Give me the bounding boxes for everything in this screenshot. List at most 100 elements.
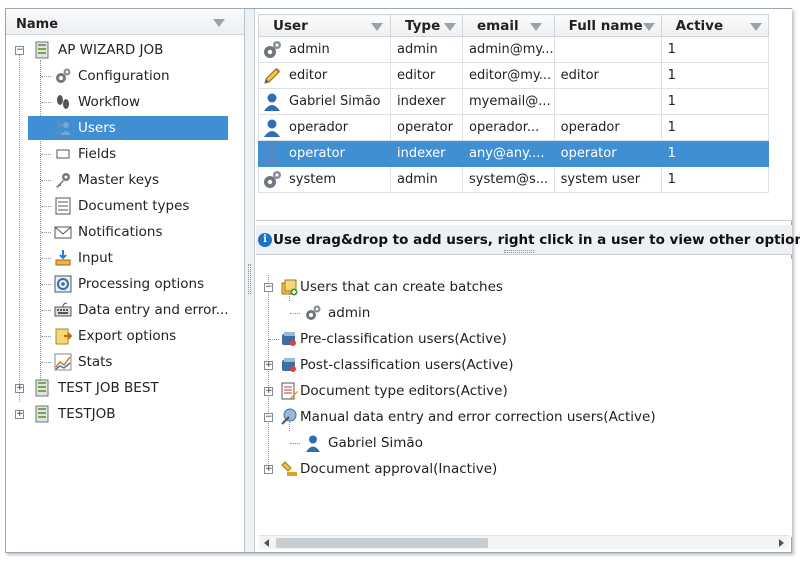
person-icon xyxy=(264,145,280,163)
cell-type: admin xyxy=(390,166,463,193)
table-row[interactable]: Gabriel Simão indexer myemail@... 1 xyxy=(258,88,769,115)
column-header-user[interactable]: User xyxy=(258,14,391,37)
tree-node-test-job-best[interactable]: + TEST JOB BEST xyxy=(6,376,244,400)
horizontal-scrollbar[interactable] xyxy=(259,535,789,549)
scroll-right-icon[interactable] xyxy=(779,539,784,547)
cell-full-name: editor xyxy=(553,62,662,89)
window-frame: Name − AP WIZARD JOB Configuration Workf… xyxy=(5,8,800,553)
field-icon xyxy=(56,149,70,159)
collapse-toggle[interactable]: − xyxy=(15,46,24,55)
tree-node-users[interactable]: Users xyxy=(6,116,244,140)
expand-toggle[interactable]: + xyxy=(15,384,24,393)
role-node-document-type-editors[interactable]: + Document type editors(Active) xyxy=(256,379,786,403)
tree-node-label: Fields xyxy=(78,146,117,162)
tree-node-label: Data entry and error... xyxy=(78,302,229,318)
tree-node-label: Stats xyxy=(78,354,113,370)
input-tray-icon xyxy=(55,250,71,266)
gears-icon xyxy=(56,68,71,83)
tree-node-notifications[interactable]: Notifications xyxy=(6,220,244,244)
user-name: operator xyxy=(289,146,345,161)
export-icon xyxy=(55,328,72,345)
tree-node-master-keys[interactable]: Master keys xyxy=(6,168,244,192)
sort-arrow-icon[interactable] xyxy=(444,23,456,31)
create-batch-icon xyxy=(281,279,298,296)
document-types-icon xyxy=(55,197,71,215)
expand-toggle[interactable]: + xyxy=(264,361,273,370)
sort-arrow-icon[interactable] xyxy=(530,23,542,31)
table-row[interactable]: editor editor editor@my... editor 1 xyxy=(258,62,769,89)
cell-active: 1 xyxy=(660,140,769,167)
cell-email: any@any.... xyxy=(462,140,555,167)
role-node-document-approval[interactable]: + Document approval(Inactive) xyxy=(256,457,786,481)
cell-email: operador... xyxy=(462,114,555,141)
person-icon xyxy=(306,435,320,452)
column-header-label: Full name xyxy=(568,17,643,34)
role-label: Document type editors(Active) xyxy=(300,383,508,399)
gear-user-icon xyxy=(264,41,281,58)
info-icon: i xyxy=(258,233,272,247)
job-tree-panel: Name − AP WIZARD JOB Configuration Workf… xyxy=(6,9,245,552)
tree-node-label: Workflow xyxy=(78,94,140,110)
role-node-create-batches[interactable]: − Users that can create batches xyxy=(256,275,786,299)
collapse-toggle[interactable]: − xyxy=(264,283,273,292)
table-row[interactable]: admin admin admin@my... 1 xyxy=(258,36,769,63)
column-header-type[interactable]: Type xyxy=(390,14,463,37)
keyboard-icon xyxy=(54,302,72,317)
tree-node-processing-options[interactable]: Processing options xyxy=(6,272,244,296)
tree-node-workflow[interactable]: Workflow xyxy=(6,90,244,114)
tree-column-header[interactable]: Name xyxy=(6,9,244,35)
collapse-toggle[interactable]: − xyxy=(264,413,273,422)
tree-node-label: TEST JOB BEST xyxy=(58,380,159,396)
tree-node-label: Input xyxy=(78,250,113,266)
tree-node-data-entry[interactable]: Data entry and error... xyxy=(6,298,244,322)
tree-node-configuration[interactable]: Configuration xyxy=(6,64,244,88)
scroll-left-icon[interactable] xyxy=(264,539,269,547)
role-label: Document approval(Inactive) xyxy=(300,461,498,477)
job-icon xyxy=(35,405,49,423)
role-member-gabriel[interactable]: Gabriel Simão xyxy=(256,431,786,455)
column-header-active[interactable]: Active xyxy=(660,14,769,37)
role-node-manual-data-entry[interactable]: − Manual data entry and error correction… xyxy=(256,405,786,429)
tree-node-label: Document types xyxy=(78,198,190,214)
role-node-pre-classification[interactable]: Pre-classification users(Active) xyxy=(256,327,786,351)
cell-type: admin xyxy=(390,36,463,63)
tree-node-ap-wizard-job[interactable]: − AP WIZARD JOB xyxy=(6,38,244,62)
sort-arrow-icon[interactable] xyxy=(371,23,383,31)
tree-node-input[interactable]: Input xyxy=(6,246,244,270)
role-node-post-classification[interactable]: + Post-classification users(Active) xyxy=(256,353,786,377)
classification-icon xyxy=(282,358,296,372)
tree-node-testjob[interactable]: + TESTJOB xyxy=(6,402,244,426)
users-grid: User Type email Full name Active admin a… xyxy=(256,9,792,221)
expand-toggle[interactable]: + xyxy=(264,387,273,396)
tree-node-document-types[interactable]: Document types xyxy=(6,194,244,218)
pencil-user-icon xyxy=(264,68,280,84)
member-label: Gabriel Simão xyxy=(328,435,423,451)
table-row[interactable]: system admin system@s... system user 1 xyxy=(258,166,769,193)
tree-node-stats[interactable]: Stats xyxy=(6,350,244,374)
approval-stamp-icon xyxy=(281,461,297,476)
tree-node-fields[interactable]: Fields xyxy=(6,142,244,166)
column-header-full-name[interactable]: Full name xyxy=(553,14,662,37)
info-bar: i Use drag&drop to add users, right clic… xyxy=(256,225,800,255)
expand-toggle[interactable]: + xyxy=(264,465,273,474)
job-icon xyxy=(35,379,49,397)
role-member-admin[interactable]: admin xyxy=(256,301,786,325)
cell-active: 1 xyxy=(660,36,769,63)
tree-node-label: Export options xyxy=(78,328,177,344)
gear-user-icon xyxy=(306,305,321,320)
sort-arrow-icon[interactable] xyxy=(642,23,655,31)
tree-node-label: Processing options xyxy=(78,276,205,292)
vertical-splitter[interactable] xyxy=(245,9,255,552)
horizontal-splitter-grip-icon[interactable] xyxy=(504,250,534,253)
splitter-grip-icon[interactable] xyxy=(248,264,251,294)
table-row[interactable]: operador operator operador... operador 1 xyxy=(258,114,769,141)
expand-toggle[interactable]: + xyxy=(15,410,24,419)
footprints-icon xyxy=(57,95,69,109)
column-header-email[interactable]: email xyxy=(462,14,555,37)
scrollbar-thumb[interactable] xyxy=(276,538,488,548)
sort-arrow-icon[interactable] xyxy=(749,23,762,31)
user-name: admin xyxy=(289,42,330,57)
sort-arrow-icon[interactable] xyxy=(213,19,225,27)
table-row-selected[interactable]: operator indexer any@any.... operator 1 xyxy=(258,140,769,167)
tree-node-export-options[interactable]: Export options xyxy=(6,324,244,348)
